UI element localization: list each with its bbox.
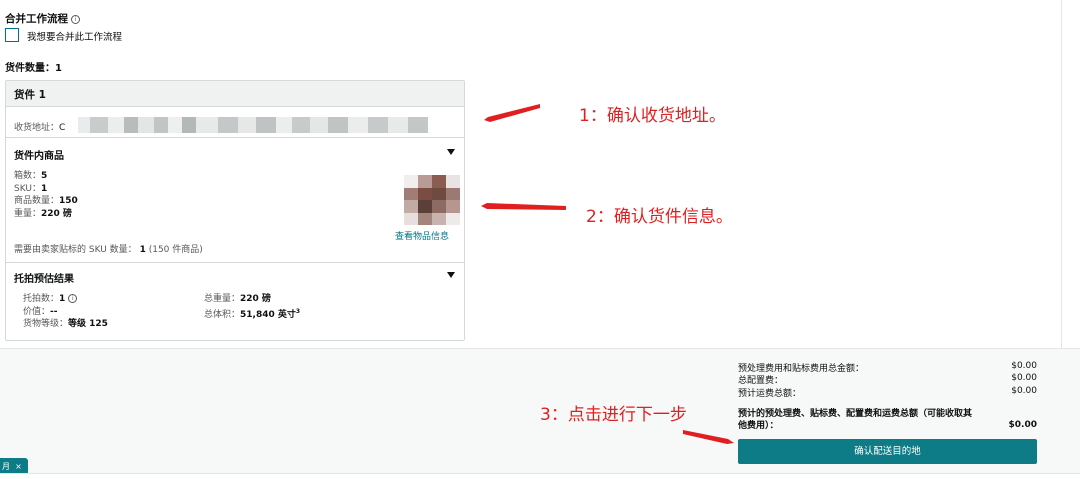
arrow-step2 (481, 203, 566, 210)
annotation-step2: 2：确认货件信息。 (586, 207, 733, 227)
annotation-step3: 3：点击进行下一步 (540, 405, 687, 425)
arrow-step1 (484, 104, 540, 122)
arrow-step3 (683, 430, 734, 444)
annotation-step1: 1：确认收货地址。 (579, 106, 726, 126)
